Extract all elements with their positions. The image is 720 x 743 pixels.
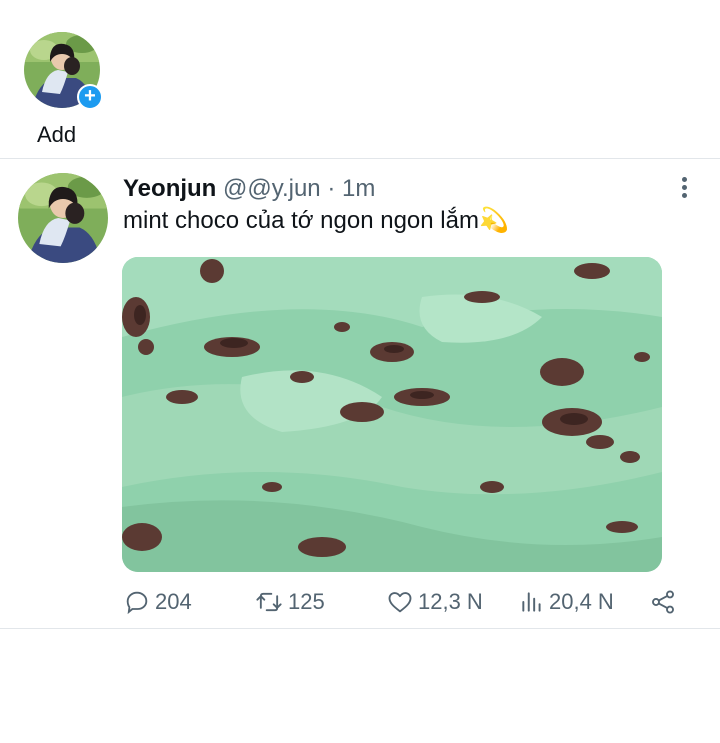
header-separator: · xyxy=(327,175,336,202)
dizzy-emoji-icon: 💫 xyxy=(478,207,509,234)
fleets-bar: + Add xyxy=(0,0,720,158)
divider-bottom xyxy=(0,628,720,629)
like-button[interactable]: 12,3 N xyxy=(386,587,483,617)
views-count: 20,4 N xyxy=(549,589,614,614)
views-chart-icon xyxy=(522,592,541,612)
author-name[interactable]: Yeonjun xyxy=(123,175,216,202)
retweet-count: 125 xyxy=(288,589,325,614)
tweet-actions: 204 125 12,3 N 20,4 N xyxy=(0,587,720,617)
fleet-add-label: Add xyxy=(37,122,77,147)
views-button[interactable]: 20,4 N xyxy=(519,587,614,617)
tweet[interactable]: Yeonjun @@y.jun · 1m mint choco của tớ n… xyxy=(0,159,720,629)
tweet-header: Yeonjun @@y.jun · 1m xyxy=(123,175,375,203)
more-options-icon[interactable] xyxy=(672,177,696,203)
heart-icon xyxy=(388,592,412,613)
author-avatar[interactable] xyxy=(18,173,108,263)
like-count: 12,3 N xyxy=(418,589,483,614)
tweet-media-photo[interactable] xyxy=(122,257,662,572)
share-button[interactable] xyxy=(649,587,677,617)
tweet-text-container: mint choco của tớ ngon ngon lắm💫 xyxy=(123,207,509,235)
tweet-text: mint choco của tớ ngon ngon lắm xyxy=(123,207,479,234)
reply-count: 204 xyxy=(155,589,192,614)
reply-icon xyxy=(126,591,148,615)
add-fleet-plus-icon[interactable]: + xyxy=(77,84,103,110)
author-handle[interactable]: @@y.jun xyxy=(223,175,321,202)
tweet-timestamp[interactable]: 1m xyxy=(342,175,375,202)
retweet-icon xyxy=(256,592,282,612)
share-icon xyxy=(652,590,674,614)
retweet-button[interactable]: 125 xyxy=(254,587,325,617)
reply-button[interactable]: 204 xyxy=(123,587,192,617)
